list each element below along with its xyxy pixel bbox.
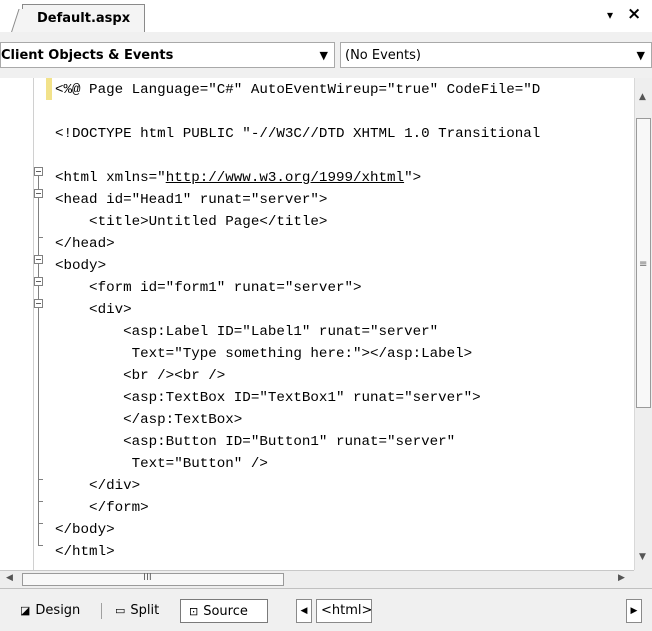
code-text: <body> [55,258,107,274]
horizontal-scrollbar[interactable]: ◀ III ▶ [0,570,634,588]
tag-breadcrumb[interactable]: <html> [316,599,372,623]
events-dropdown[interactable]: (No Events) ▼ [340,42,652,68]
code-line[interactable]: <head id="Head1" runat="server"> [55,189,327,211]
code-line[interactable]: <br /><br /> [55,365,225,387]
code-text: <asp:Label ID="Label1" runat="server" [55,324,439,340]
collapse-body-icon[interactable] [34,255,43,264]
code-editor[interactable]: <%@ Page Language="C#" AutoEventWireup="… [0,78,652,570]
code-line[interactable]: <!DOCTYPE html PUBLIC "-//W3C//DTD XHTML… [55,123,540,145]
editor-margin [33,78,34,570]
source-view-button[interactable]: ⊡ Source [180,599,268,623]
code-text: </html> [55,544,115,560]
breadcrumb-scroll-right-icon[interactable]: ▶ [626,599,642,623]
code-text: <html xmlns=" [55,170,166,186]
document-tab-label: Default.aspx [37,11,131,26]
code-line[interactable]: </head> [55,233,115,255]
grip-icon: III [143,572,152,583]
breadcrumb-scroll-left-icon[interactable]: ◀ [296,599,312,623]
code-line[interactable]: </div> [55,475,140,497]
design-view-button[interactable]: ◪ Design [20,599,80,623]
code-line[interactable]: </html> [55,541,115,563]
outline-end-marker [38,545,43,546]
outline-end-marker [38,523,43,524]
document-tab-strip: Default.aspx ▾ × [0,0,652,33]
code-text: "> [404,170,422,186]
events-dropdown-value: (No Events) [345,48,421,63]
code-text: <asp:TextBox ID="TextBox1" runat="server… [55,390,481,406]
outline-end-marker [38,501,43,502]
design-icon: ◪ [20,604,31,617]
design-view-label: Design [35,603,81,618]
code-line[interactable]: Text="Type something here:"></asp:Label> [55,343,473,365]
code-text: <title>Untitled Page</title> [55,214,328,230]
code-line[interactable]: <form id="form1" runat="server"> [55,277,362,299]
split-view-button[interactable]: ▭ Split [115,599,159,623]
horizontal-scroll-thumb[interactable]: III [22,572,284,586]
code-text: <asp:Button ID="Button1" runat="server" [55,434,456,450]
scroll-down-icon[interactable]: ▼ [639,552,646,562]
code-text: <br /><br /> [55,368,226,384]
code-line[interactable]: Text="Button" /> [55,453,268,475]
code-line[interactable]: <body> [55,255,106,277]
code-line[interactable]: <asp:Label ID="Label1" runat="server" [55,321,438,343]
code-line[interactable]: </body> [55,519,115,541]
code-text: </form> [55,500,149,516]
code-text: <head id="Head1" runat="server"> [55,192,328,208]
code-link: http://www.w3.org/1999/xhtml [165,170,405,186]
code-text: Text="Type something here:"></asp:Label> [55,346,473,362]
objects-dropdown[interactable]: Client Objects & Events ▼ [0,42,335,68]
change-indicator [46,78,52,100]
code-line[interactable]: <title>Untitled Page</title> [55,211,327,233]
navigation-bar: Client Objects & Events ▼ (No Events) ▼ [0,32,652,79]
collapse-html-icon[interactable] [34,167,43,176]
code-text: </asp:TextBox> [55,412,243,428]
objects-dropdown-value: Client Objects & Events [1,48,174,63]
divider [101,603,102,619]
code-text: <%@ Page Language="C#" AutoEventWireup="… [55,82,541,98]
code-line[interactable]: <asp:Button ID="Button1" runat="server" [55,431,455,453]
split-view-label: Split [130,603,160,618]
view-bar: ◪ Design ▭ Split ⊡ Source ◀ <html> ▶ [0,588,652,631]
code-text: </head> [55,236,115,252]
collapse-head-icon[interactable] [34,189,43,198]
tab-dropdown-icon[interactable]: ▾ [607,8,613,22]
collapse-div-icon[interactable] [34,299,43,308]
scroll-up-icon[interactable]: ▲ [639,92,646,102]
split-icon: ▭ [115,604,126,617]
code-line[interactable]: </asp:TextBox> [55,409,242,431]
collapse-form-icon[interactable] [34,277,43,286]
grip-icon: ≡ [639,259,648,270]
document-tab[interactable]: Default.aspx [22,4,146,33]
code-text: <form id="form1" runat="server"> [55,280,362,296]
outline-track [38,171,39,545]
code-line[interactable]: </form> [55,497,149,519]
chevron-down-icon: ▼ [636,49,645,62]
close-icon[interactable]: × [627,4,641,24]
scroll-right-icon[interactable]: ▶ [618,573,625,583]
vertical-scroll-thumb[interactable]: ≡ [636,118,651,408]
code-text: <!DOCTYPE html PUBLIC "-//W3C//DTD XHTML… [55,126,541,142]
vertical-scrollbar[interactable]: ▲ ≡ ▼ [634,78,652,570]
code-line[interactable]: <html xmlns="http://www.w3.org/1999/xhtm… [55,167,421,189]
code-text: </body> [55,522,115,538]
chevron-down-icon: ▼ [319,49,328,62]
code-line[interactable]: <div> [55,299,132,321]
code-text: Text="Button" /> [55,456,268,472]
outline-end-marker [38,237,43,238]
scrollbar-corner [634,570,652,588]
code-text: <div> [55,302,132,318]
scroll-left-icon[interactable]: ◀ [6,573,13,583]
code-line[interactable]: <asp:TextBox ID="TextBox1" runat="server… [55,387,481,409]
code-line[interactable]: <%@ Page Language="C#" AutoEventWireup="… [55,79,540,101]
source-icon: ⊡ [189,605,199,618]
source-view-label: Source [203,604,248,619]
outline-end-marker [38,479,43,480]
tag-breadcrumb-label: <html> [321,603,373,618]
code-text: </div> [55,478,141,494]
